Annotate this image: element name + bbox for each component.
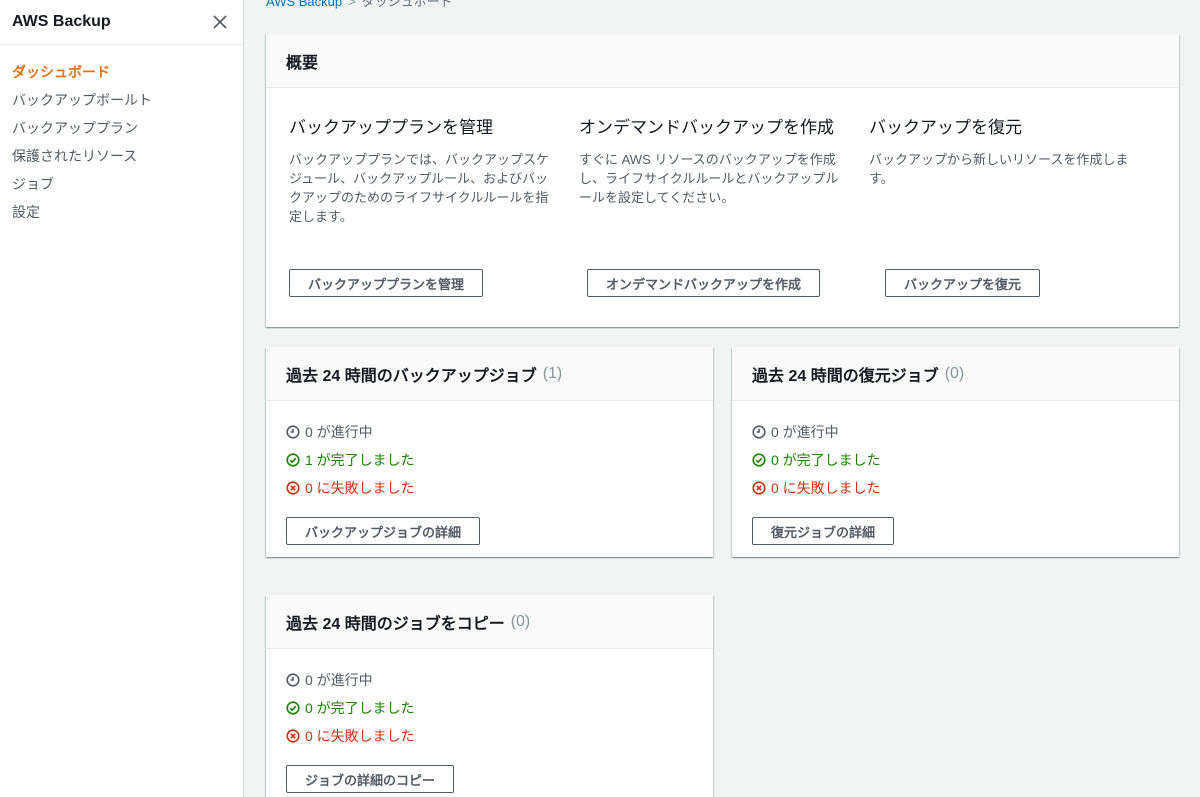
overview-button-slot: バックアップを復元: [885, 269, 1183, 297]
failed-text: 0 に失敗しました: [305, 728, 415, 744]
backup-jobs-title: 過去 24 時間のバックアップジョブ: [286, 367, 537, 385]
status-failed: 0 に失敗しました: [286, 474, 693, 502]
restore-jobs-title: 過去 24 時間の復元ジョブ: [752, 367, 939, 385]
status-failed: 0 に失敗しました: [286, 722, 693, 750]
sidebar-item-protected-resources[interactable]: 保護されたリソース: [0, 142, 243, 170]
sidebar-item-jobs[interactable]: ジョブ: [0, 170, 243, 198]
overview-button-slot: バックアッププランを管理: [289, 269, 587, 297]
close-icon: [213, 15, 227, 29]
clock-icon: [286, 673, 300, 687]
overview-panel: 概要 バックアッププランを管理 バックアッププランでは、バックアップスケジュール…: [266, 34, 1179, 327]
copy-jobs-body: 0 が進行中 0 が完了しました 0 に失敗しました ジョブの詳細のコピー: [266, 649, 713, 793]
manage-backup-plans-button[interactable]: バックアッププランを管理: [289, 269, 484, 297]
backup-job-details-button[interactable]: バックアップジョブの詳細: [286, 517, 481, 545]
overview-columns: バックアッププランを管理 バックアッププランでは、バックアップスケジュール、バッ…: [289, 118, 1159, 226]
completed-text: 1 が完了しました: [305, 452, 415, 468]
sidebar-item-dashboard[interactable]: ダッシュボード: [0, 58, 243, 86]
sidebar-item-settings[interactable]: 設定: [0, 198, 243, 226]
restore-job-details-button[interactable]: 復元ジョブの詳細: [752, 517, 895, 545]
sidebar: AWS Backup ダッシュボード バックアップボールト バックアッププラン …: [0, 0, 244, 797]
app-root: AWS Backup ダッシュボード バックアップボールト バックアッププラン …: [0, 0, 1200, 797]
clock-icon: [286, 425, 300, 439]
sidebar-nav: ダッシュボード バックアップボールト バックアッププラン 保護されたリソース ジ…: [0, 45, 243, 226]
restore-jobs-body: 0 が進行中 0 が完了しました 0 に失敗しました 復元ジョブの詳細: [732, 401, 1179, 545]
restore-jobs-panel: 過去 24 時間の復元ジョブ (0) 0 が進行中 0 が完了しました 0 に失…: [732, 347, 1179, 557]
backup-jobs-body: 0 が進行中 1 が完了しました 0 に失敗しました バックアップジョブの詳細: [266, 401, 713, 545]
backup-jobs-header: 過去 24 時間のバックアップジョブ (1): [266, 347, 713, 401]
check-circle-icon: [752, 453, 766, 467]
create-on-demand-backup-button[interactable]: オンデマンドバックアップを作成: [587, 269, 821, 297]
x-circle-icon: [286, 729, 300, 743]
restore-jobs-count: (0): [944, 364, 965, 382]
breadcrumb-current: ダッシュボード: [361, 0, 453, 9]
breadcrumb: AWS Backup > ダッシュボード: [266, 0, 453, 10]
sidebar-item-backup-plans[interactable]: バックアッププラン: [0, 114, 243, 142]
status-failed: 0 に失敗しました: [752, 474, 1159, 502]
status-completed: 0 が完了しました: [752, 446, 1159, 474]
copy-job-details-button[interactable]: ジョブの詳細のコピー: [286, 765, 455, 793]
status-in-progress: 0 が進行中: [286, 418, 693, 446]
restore-jobs-header: 過去 24 時間の復元ジョブ (0): [732, 347, 1179, 401]
overview-column-manage-plans: バックアッププランを管理 バックアッププランでは、バックアップスケジュール、バッ…: [289, 118, 579, 226]
in-progress-text: 0 が進行中: [305, 424, 373, 440]
overview-heading: バックアッププランを管理: [289, 118, 493, 137]
sidebar-title[interactable]: AWS Backup: [12, 13, 111, 31]
backup-jobs-count: (1): [542, 364, 563, 382]
status-in-progress: 0 が進行中: [752, 418, 1159, 446]
status-completed: 0 が完了しました: [286, 694, 693, 722]
in-progress-text: 0 が進行中: [305, 672, 373, 688]
x-circle-icon: [752, 481, 766, 495]
check-circle-icon: [286, 453, 300, 467]
overview-column-on-demand: オンデマンドバックアップを作成 すぐに AWS リソースのバックアップを作成し、…: [579, 118, 869, 226]
sidebar-header: AWS Backup: [0, 0, 243, 45]
overview-column-restore: バックアップを復元 バックアップから新しいリソースを作成します。: [869, 118, 1159, 226]
overview-title: 概要: [286, 54, 319, 72]
completed-text: 0 が完了しました: [305, 700, 415, 716]
overview-heading: バックアップを復元: [869, 118, 1022, 137]
failed-text: 0 に失敗しました: [771, 480, 881, 496]
overview-button-slot: オンデマンドバックアップを作成: [587, 269, 885, 297]
status-completed: 1 が完了しました: [286, 446, 693, 474]
copy-jobs-header: 過去 24 時間のジョブをコピー (0): [266, 595, 713, 649]
main-content: AWS Backup > ダッシュボード 概要 バックアッププランを管理 バックアッ…: [244, 0, 1200, 797]
overview-description: すぐに AWS リソースのバックアップを作成し、ライフサイクルルールとバックアッ…: [579, 152, 839, 205]
completed-text: 0 が完了しました: [771, 452, 881, 468]
close-sidebar-button[interactable]: [209, 11, 231, 33]
check-circle-icon: [286, 701, 300, 715]
failed-text: 0 に失敗しました: [305, 480, 415, 496]
backup-jobs-panel: 過去 24 時間のバックアップジョブ (1) 0 が進行中 1 が完了しました …: [266, 347, 713, 557]
status-in-progress: 0 が進行中: [286, 666, 693, 694]
clock-icon: [752, 425, 766, 439]
breadcrumb-root-link[interactable]: AWS Backup: [266, 0, 342, 9]
overview-description: バックアッププランでは、バックアップスケジュール、バックアップルール、およびバッ…: [289, 152, 550, 224]
copy-jobs-title: 過去 24 時間のジョブをコピー: [286, 615, 505, 633]
overview-button-row: バックアッププランを管理 オンデマンドバックアップを作成 バックアップを復元: [289, 269, 1183, 297]
restore-backup-button[interactable]: バックアップを復元: [885, 269, 1041, 297]
overview-heading: オンデマンドバックアップを作成: [579, 118, 834, 137]
copy-jobs-count: (0): [510, 612, 531, 630]
sidebar-item-backup-vaults[interactable]: バックアップボールト: [0, 86, 243, 114]
breadcrumb-separator: >: [348, 0, 356, 9]
overview-header: 概要: [266, 34, 1179, 88]
x-circle-icon: [286, 481, 300, 495]
copy-jobs-panel: 過去 24 時間のジョブをコピー (0) 0 が進行中 0 が完了しました 0 …: [266, 595, 713, 797]
in-progress-text: 0 が進行中: [771, 424, 839, 440]
overview-description: バックアップから新しいリソースを作成します。: [869, 152, 1129, 186]
